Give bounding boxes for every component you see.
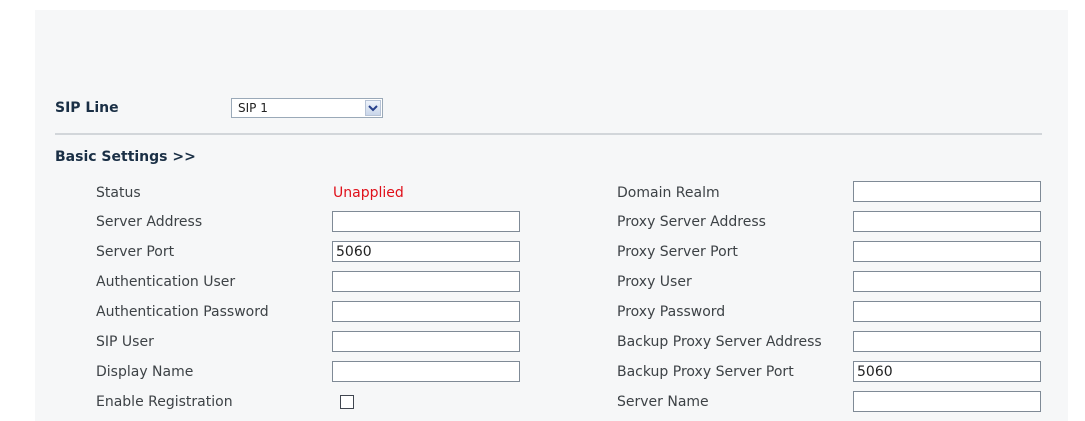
sip-user-label: SIP User <box>96 334 154 350</box>
enable-registration-label: Enable Registration <box>96 394 233 410</box>
server-name-input[interactable] <box>853 391 1041 412</box>
sip-line-label: SIP Line <box>55 100 119 116</box>
basic-settings-toggle[interactable]: Basic Settings >> <box>55 149 196 165</box>
proxy-server-port-input[interactable] <box>853 241 1041 262</box>
proxy-server-port-label: Proxy Server Port <box>617 244 738 260</box>
proxy-server-address-input[interactable] <box>853 211 1041 232</box>
sip-line-select-value: SIP 1 <box>238 101 268 115</box>
status-label: Status <box>96 185 141 201</box>
server-port-label: Server Port <box>96 244 175 260</box>
proxy-password-label: Proxy Password <box>617 304 726 320</box>
section-divider <box>55 133 1042 135</box>
settings-panel: SIP Line SIP 1 Basic Settings >> Status … <box>35 10 1068 421</box>
proxy-server-address-label: Proxy Server Address <box>617 214 766 230</box>
server-name-label: Server Name <box>617 394 709 410</box>
authentication-user-input[interactable] <box>332 271 520 292</box>
server-address-input[interactable] <box>332 211 520 232</box>
display-name-label: Display Name <box>96 364 194 380</box>
proxy-user-label: Proxy User <box>617 274 692 290</box>
authentication-password-input[interactable] <box>332 301 520 322</box>
sip-user-input[interactable] <box>332 331 520 352</box>
status-value: Unapplied <box>333 185 404 201</box>
proxy-password-input[interactable] <box>853 301 1041 322</box>
server-address-label: Server Address <box>96 214 203 230</box>
server-port-input[interactable] <box>332 241 520 262</box>
sip-line-select[interactable]: SIP 1 <box>231 98 383 118</box>
proxy-user-input[interactable] <box>853 271 1041 292</box>
backup-proxy-server-address-input[interactable] <box>853 331 1041 352</box>
backup-proxy-server-address-label: Backup Proxy Server Address <box>617 334 822 350</box>
domain-realm-label: Domain Realm <box>617 185 720 201</box>
backup-proxy-server-port-label: Backup Proxy Server Port <box>617 364 794 380</box>
sip-line-row: SIP Line SIP 1 <box>55 96 1055 126</box>
enable-registration-checkbox[interactable] <box>340 395 354 409</box>
display-name-input[interactable] <box>332 361 520 382</box>
backup-proxy-server-port-input[interactable] <box>853 361 1041 382</box>
authentication-password-label: Authentication Password <box>96 304 269 320</box>
chevron-down-icon[interactable] <box>365 100 381 116</box>
authentication-user-label: Authentication User <box>96 274 236 290</box>
domain-realm-input[interactable] <box>853 181 1041 202</box>
